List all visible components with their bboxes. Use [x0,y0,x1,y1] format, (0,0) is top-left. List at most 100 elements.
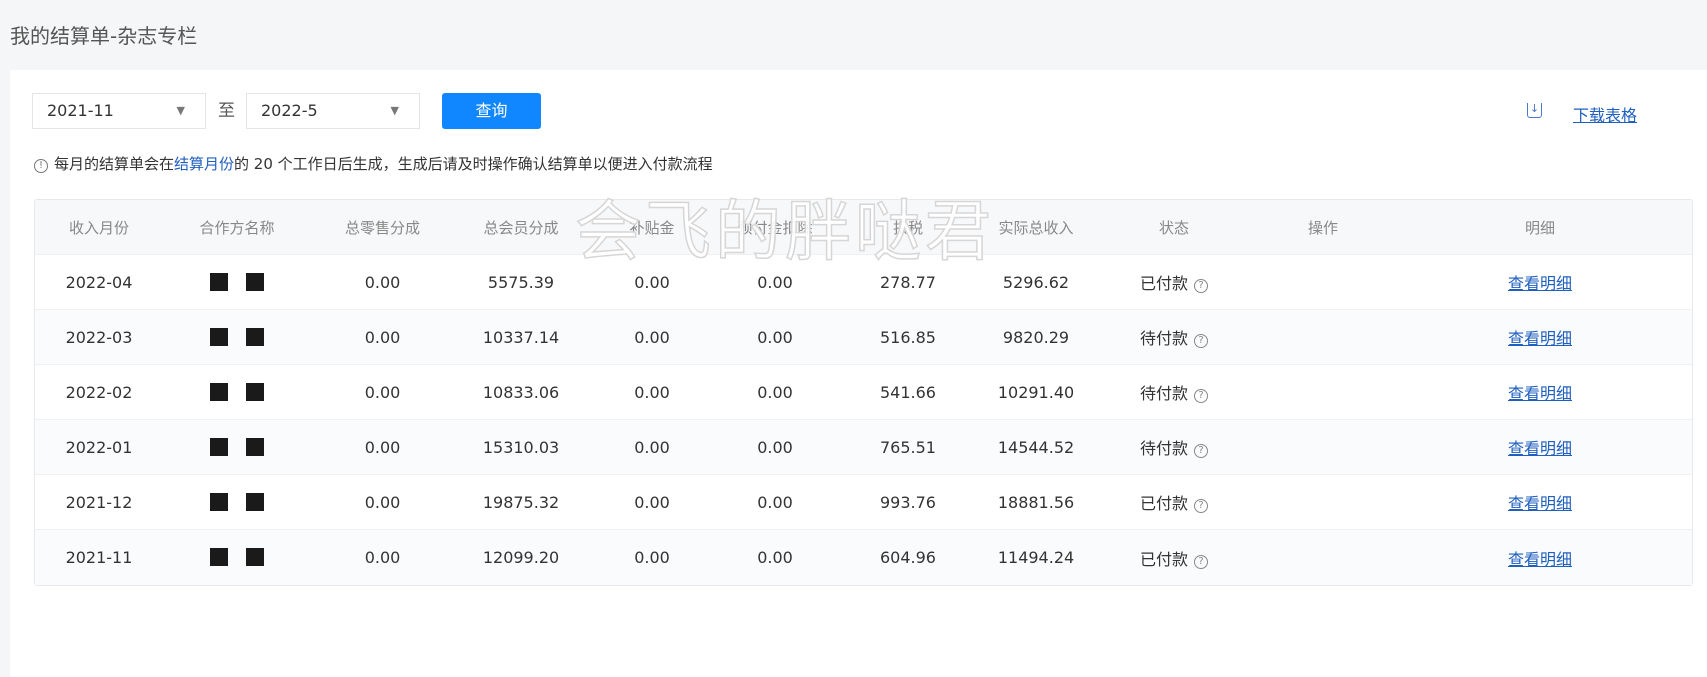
help-icon[interactable]: ? [1194,554,1208,569]
detail-cell: 查看明细 [1388,270,1692,294]
end-month-value: 2022-5 [261,101,318,120]
retail-share-cell: 0.00 [311,273,454,292]
status-cell-text: 待付款 [1139,384,1188,403]
subsidy-cell: 0.00 [588,273,716,292]
help-icon[interactable]: ? [1194,444,1208,458]
month-cell-text: 2022-04 [65,272,133,292]
redacted-block [246,382,264,401]
member-share-cell-text: 15310.03 [482,437,560,457]
member-share-cell: 15310.03 [454,438,588,457]
redacted-block [246,492,264,511]
member-share-cell: 5575.39 [454,273,588,292]
tax-cell-text: 278.77 [880,272,936,292]
prepay-deduction-cell: 0.00 [716,493,834,512]
detail-cell: 查看明细 [1388,490,1692,514]
column-header: 预付金扣除 [737,218,813,237]
retail-share-cell: 0.00 [311,548,454,567]
detail-cell-text[interactable]: 查看明细 [1508,329,1572,348]
tax-cell: 541.66 [834,383,982,402]
column-header: 收入月份 [68,218,129,237]
prepay-deduction-cell: 0.00 [716,438,834,457]
help-icon[interactable]: ? [1194,389,1208,403]
table-row: 2021-11 0.00 12099.20 0.00 0.00 604.96 11494.2… [35,530,1692,585]
status-cell: 待付款? [1090,325,1258,349]
notice-highlight: 结算月份 [174,155,235,173]
detail-cell-text[interactable]: 查看明细 [1508,384,1572,403]
month-cell: 2021-12 [35,493,163,512]
status-cell-text: 待付款 [1139,439,1188,458]
column-header: 状态 [1158,218,1189,237]
retail-share-cell: 0.00 [311,383,454,402]
prepay-deduction-cell: 0.00 [716,328,834,347]
actual-income-cell-text: 10291.40 [997,382,1075,402]
status-cell: 已付款? [1090,490,1258,514]
member-share-cell-text: 19875.32 [482,492,560,512]
member-share-cell: 10833.06 [454,383,588,402]
column-header: 明细 [1524,218,1555,237]
detail-cell-text[interactable]: 查看明细 [1508,494,1572,513]
download-table-link[interactable]: 下载表格 [1573,102,1637,126]
help-icon[interactable]: ? [1194,279,1208,293]
detail-cell-text[interactable]: 查看明细 [1508,439,1572,458]
partner-cell [163,492,311,512]
column-header: 总零售分成 [344,218,420,237]
member-share-cell: 19875.32 [454,493,588,512]
month-cell: 2021-11 [35,548,163,567]
column-header: 实际总收入 [998,218,1074,237]
column-header: 合作方名称 [199,218,275,237]
actual-income-cell: 10291.40 [982,383,1090,402]
month-cell: 2022-03 [35,328,163,347]
subsidy-cell-text: 0.00 [634,272,670,292]
tax-cell-text: 765.51 [880,437,936,457]
status-cell: 待付款? [1090,435,1258,459]
tax-cell: 516.85 [834,328,982,347]
redacted-block [210,382,228,401]
subsidy-cell-text: 0.00 [634,548,670,567]
retail-share-cell-text: 0.00 [364,382,401,402]
status-cell: 已付款? [1090,546,1258,570]
actual-income-cell: 11494.24 [982,548,1090,567]
retail-share-cell-text: 0.00 [364,492,401,512]
download-icon[interactable]: ↓ [1527,103,1542,118]
info-icon: ! [34,159,48,173]
detail-cell-text[interactable]: 查看明细 [1508,550,1572,569]
subsidy-cell-text: 0.00 [634,327,670,347]
member-share-cell: 10337.14 [454,328,588,347]
help-icon[interactable]: ? [1194,334,1208,348]
prepay-deduction-cell: 0.00 [716,273,834,292]
retail-share-cell: 0.00 [311,493,454,512]
tax-cell: 993.76 [834,493,982,512]
member-share-cell: 12099.20 [454,548,588,567]
redacted-block [210,272,228,291]
subsidy-cell: 0.00 [588,383,716,402]
column-header: 操作 [1307,218,1338,237]
end-month-select[interactable]: 2022-5 ▼ [246,93,420,129]
redacted-block [210,327,228,346]
redacted-block [246,327,264,346]
help-icon[interactable]: ? [1194,499,1208,513]
actual-income-cell: 9820.29 [982,328,1090,347]
actual-income-cell-text: 18881.56 [997,492,1075,512]
member-share-cell-text: 5575.39 [487,272,555,292]
notice-text: 每月的结算单会在 [54,155,175,173]
column-header: 扣税 [892,218,923,237]
redacted-block [246,272,264,291]
partner-cell [163,548,311,567]
query-button[interactable]: 查询 [442,93,541,129]
tax-cell-text: 604.96 [880,548,936,567]
actual-income-cell-text: 14544.52 [997,437,1075,457]
month-cell-text: 2021-12 [65,492,133,512]
retail-share-cell: 0.00 [311,328,454,347]
status-cell: 待付款? [1090,380,1258,404]
start-month-select[interactable]: 2021-11 ▼ [32,93,206,129]
notice-text-end: 的 20 个工作日后生成，生成后请及时操作确认结算单以便进入付款流程 [234,155,713,173]
month-cell-text: 2022-03 [65,327,133,347]
detail-cell: 查看明细 [1388,380,1692,404]
prepay-deduction-cell-text: 0.00 [757,272,793,292]
table-row: 2022-02 0.00 10833.06 0.00 0.00 541.66 10291.4… [35,365,1692,420]
actual-income-cell: 18881.56 [982,493,1090,512]
partner-cell [163,327,311,347]
actual-income-cell: 5296.62 [982,273,1090,292]
detail-cell-text[interactable]: 查看明细 [1508,274,1572,293]
retail-share-cell-text: 0.00 [364,272,401,292]
